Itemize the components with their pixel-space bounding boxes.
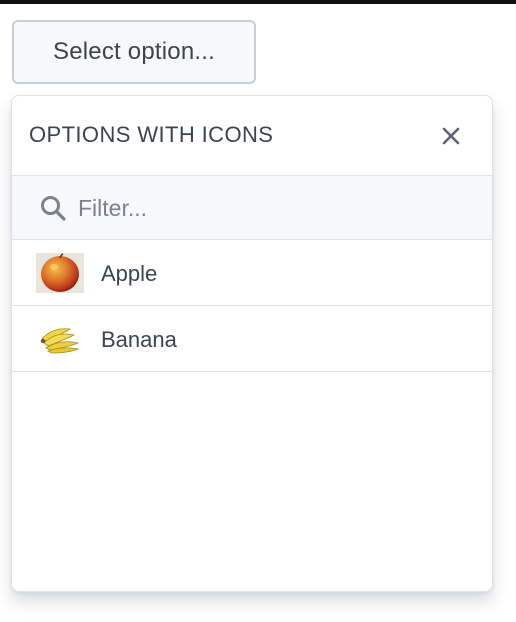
filter-input[interactable]	[78, 190, 458, 226]
option-label: Apple	[101, 261, 158, 286]
filter-row	[12, 176, 492, 240]
close-button[interactable]	[436, 121, 466, 151]
options-dropdown-panel: OPTIONS WITH ICONS Filter... Apple Banan…	[11, 95, 493, 592]
option-banana[interactable]: Banana	[12, 306, 492, 372]
option-label: Banana	[101, 327, 177, 352]
top-border	[0, 0, 516, 4]
apple-icon	[36, 253, 84, 293]
option-apple[interactable]: Apple	[12, 240, 492, 306]
search-icon	[41, 196, 66, 221]
dropdown-header: OPTIONS WITH ICONS	[12, 96, 492, 176]
select-option-button[interactable]: Select option...	[12, 20, 256, 84]
dropdown-title: OPTIONS WITH ICONS	[29, 122, 274, 147]
close-icon	[442, 127, 460, 145]
banana-icon	[40, 328, 80, 354]
